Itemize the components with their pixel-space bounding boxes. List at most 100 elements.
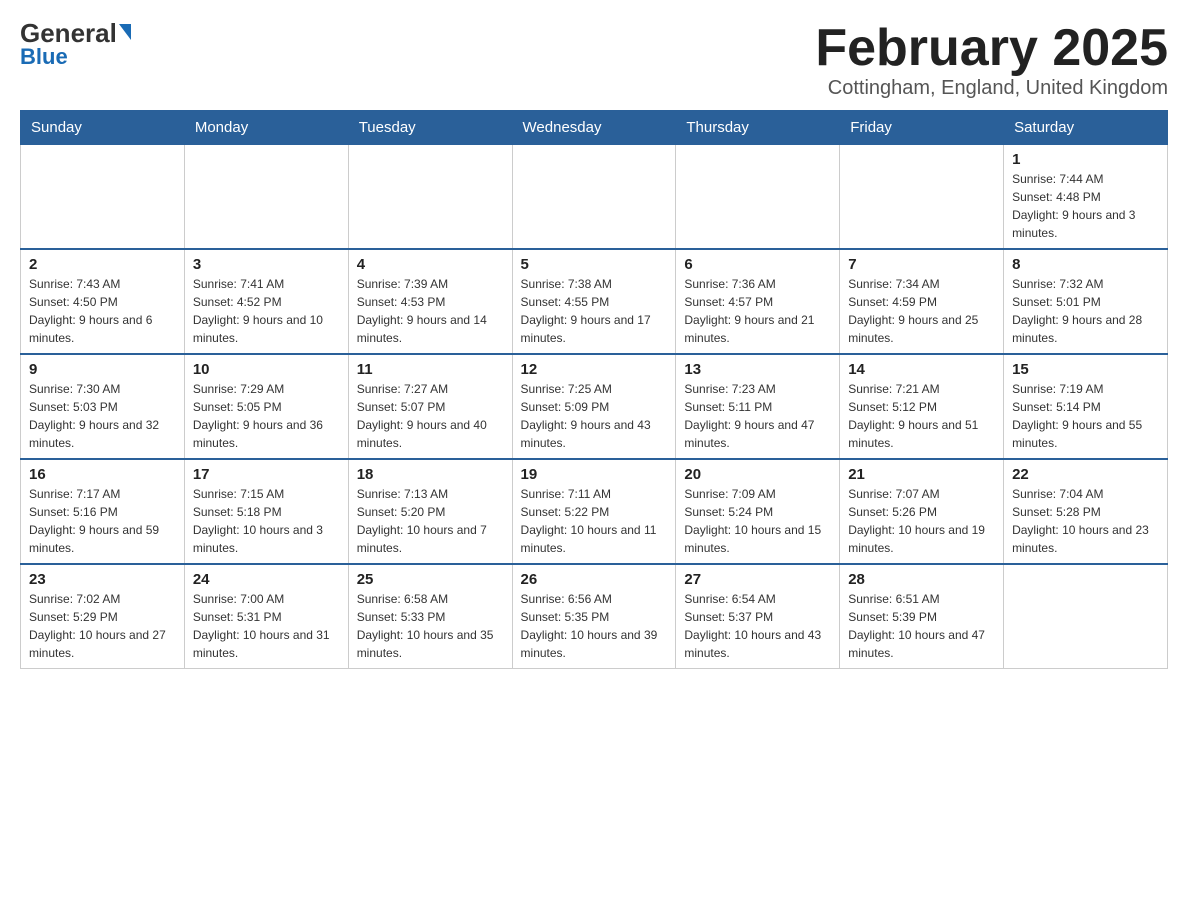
calendar-cell: 1 Sunrise: 7:44 AM Sunset: 4:48 PM Daylig… — [1004, 145, 1168, 250]
day-info: Sunrise: 7:17 AM Sunset: 5:16 PM Dayligh… — [29, 485, 176, 557]
calendar-cell: 26Sunrise: 6:56 AM Sunset: 5:35 PM Dayli… — [512, 564, 676, 669]
day-info: Sunrise: 7:36 AM Sunset: 4:57 PM Dayligh… — [684, 275, 831, 347]
calendar-cell: 2Sunrise: 7:43 AM Sunset: 4:50 PM Daylig… — [21, 249, 185, 354]
day-info: Sunrise: 7:44 AM Sunset: 4:48 PM Dayligh… — [1012, 170, 1159, 242]
day-number: 9 — [29, 361, 176, 378]
day-number: 5 — [521, 256, 668, 273]
calendar-cell — [676, 145, 840, 250]
day-number: 18 — [357, 466, 504, 483]
day-number: 1 — [1012, 151, 1159, 168]
calendar-week-row: 23 Sunrise: 7:02 AM Sunset: 5:29 PM Dayli… — [21, 564, 1168, 669]
calendar-cell: 22 Sunrise: 7:04 AM Sunset: 5:28 PM Dayli… — [1004, 459, 1168, 564]
calendar-cell: 17 Sunrise: 7:15 AM Sunset: 5:18 PM Dayli… — [184, 459, 348, 564]
day-number: 10 — [193, 361, 340, 378]
calendar-week-row: 16 Sunrise: 7:17 AM Sunset: 5:16 PM Dayli… — [21, 459, 1168, 564]
calendar-cell: 3 Sunrise: 7:41 AM Sunset: 4:52 PM Daylig… — [184, 249, 348, 354]
calendar-cell: 19Sunrise: 7:11 AM Sunset: 5:22 PM Dayli… — [512, 459, 676, 564]
calendar-cell — [840, 145, 1004, 250]
day-info: Sunrise: 7:32 AM Sunset: 5:01 PM Dayligh… — [1012, 275, 1159, 347]
calendar-cell: 23 Sunrise: 7:02 AM Sunset: 5:29 PM Dayli… — [21, 564, 185, 669]
day-info: Sunrise: 7:27 AM Sunset: 5:07 PM Dayligh… — [357, 380, 504, 452]
day-number: 11 — [357, 361, 504, 378]
day-info: Sunrise: 7:21 AM Sunset: 5:12 PM Dayligh… — [848, 380, 995, 452]
day-info: Sunrise: 7:07 AM Sunset: 5:26 PM Dayligh… — [848, 485, 995, 557]
day-info: Sunrise: 7:38 AM Sunset: 4:55 PM Dayligh… — [521, 275, 668, 347]
day-number: 23 — [29, 571, 176, 588]
day-number: 6 — [684, 256, 831, 273]
day-info: Sunrise: 7:02 AM Sunset: 5:29 PM Dayligh… — [29, 590, 176, 662]
location-text: Cottingham, England, United Kingdom — [815, 77, 1168, 100]
day-info: Sunrise: 7:39 AM Sunset: 4:53 PM Dayligh… — [357, 275, 504, 347]
calendar-cell: 16 Sunrise: 7:17 AM Sunset: 5:16 PM Dayli… — [21, 459, 185, 564]
column-header-monday: Monday — [184, 111, 348, 145]
calendar-cell — [512, 145, 676, 250]
calendar-week-row: 9 Sunrise: 7:30 AM Sunset: 5:03 PM Daylig… — [21, 354, 1168, 459]
calendar-cell: 6 Sunrise: 7:36 AM Sunset: 4:57 PM Daylig… — [676, 249, 840, 354]
day-info: Sunrise: 7:19 AM Sunset: 5:14 PM Dayligh… — [1012, 380, 1159, 452]
day-info: Sunrise: 7:30 AM Sunset: 5:03 PM Dayligh… — [29, 380, 176, 452]
day-info: Sunrise: 6:56 AM Sunset: 5:35 PM Dayligh… — [521, 590, 668, 662]
calendar-cell — [21, 145, 185, 250]
day-number: 21 — [848, 466, 995, 483]
day-info: Sunrise: 7:13 AM Sunset: 5:20 PM Dayligh… — [357, 485, 504, 557]
day-number: 17 — [193, 466, 340, 483]
day-info: Sunrise: 7:25 AM Sunset: 5:09 PM Dayligh… — [521, 380, 668, 452]
calendar-cell: 11 Sunrise: 7:27 AM Sunset: 5:07 PM Dayli… — [348, 354, 512, 459]
logo-triangle-icon — [119, 24, 131, 40]
day-number: 16 — [29, 466, 176, 483]
day-number: 13 — [684, 361, 831, 378]
day-number: 15 — [1012, 361, 1159, 378]
day-number: 12 — [521, 361, 668, 378]
day-info: Sunrise: 6:51 AM Sunset: 5:39 PM Dayligh… — [848, 590, 995, 662]
calendar-cell: 14 Sunrise: 7:21 AM Sunset: 5:12 PM Dayli… — [840, 354, 1004, 459]
column-header-tuesday: Tuesday — [348, 111, 512, 145]
day-number: 14 — [848, 361, 995, 378]
calendar-header-row: SundayMondayTuesdayWednesdayThursdayFrid… — [21, 111, 1168, 145]
day-number: 2 — [29, 256, 176, 273]
day-info: Sunrise: 7:23 AM Sunset: 5:11 PM Dayligh… — [684, 380, 831, 452]
day-info: Sunrise: 7:34 AM Sunset: 4:59 PM Dayligh… — [848, 275, 995, 347]
calendar-cell: 18 Sunrise: 7:13 AM Sunset: 5:20 PM Dayli… — [348, 459, 512, 564]
calendar-cell: 10 Sunrise: 7:29 AM Sunset: 5:05 PM Dayli… — [184, 354, 348, 459]
month-title: February 2025 — [815, 20, 1168, 77]
day-info: Sunrise: 7:09 AM Sunset: 5:24 PM Dayligh… — [684, 485, 831, 557]
day-number: 7 — [848, 256, 995, 273]
day-number: 28 — [848, 571, 995, 588]
day-number: 27 — [684, 571, 831, 588]
day-number: 24 — [193, 571, 340, 588]
calendar-table: SundayMondayTuesdayWednesdayThursdayFrid… — [20, 110, 1168, 669]
logo: General Blue — [20, 20, 131, 68]
day-info: Sunrise: 7:15 AM Sunset: 5:18 PM Dayligh… — [193, 485, 340, 557]
day-info: Sunrise: 7:04 AM Sunset: 5:28 PM Dayligh… — [1012, 485, 1159, 557]
day-number: 3 — [193, 256, 340, 273]
calendar-cell — [1004, 564, 1168, 669]
calendar-week-row: 1 Sunrise: 7:44 AM Sunset: 4:48 PM Daylig… — [21, 145, 1168, 250]
day-info: Sunrise: 6:58 AM Sunset: 5:33 PM Dayligh… — [357, 590, 504, 662]
calendar-cell: 4Sunrise: 7:39 AM Sunset: 4:53 PM Daylig… — [348, 249, 512, 354]
calendar-cell: 7 Sunrise: 7:34 AM Sunset: 4:59 PM Daylig… — [840, 249, 1004, 354]
calendar-cell: 13 Sunrise: 7:23 AM Sunset: 5:11 PM Dayli… — [676, 354, 840, 459]
day-info: Sunrise: 7:00 AM Sunset: 5:31 PM Dayligh… — [193, 590, 340, 662]
column-header-saturday: Saturday — [1004, 111, 1168, 145]
calendar-cell: 25 Sunrise: 6:58 AM Sunset: 5:33 PM Dayli… — [348, 564, 512, 669]
calendar-cell: 27 Sunrise: 6:54 AM Sunset: 5:37 PM Dayli… — [676, 564, 840, 669]
title-area: February 2025 Cottingham, England, Unite… — [815, 20, 1168, 100]
column-header-friday: Friday — [840, 111, 1004, 145]
column-header-wednesday: Wednesday — [512, 111, 676, 145]
calendar-cell: 21 Sunrise: 7:07 AM Sunset: 5:26 PM Dayli… — [840, 459, 1004, 564]
calendar-cell: 8 Sunrise: 7:32 AM Sunset: 5:01 PM Daylig… — [1004, 249, 1168, 354]
logo-blue-text: Blue — [20, 46, 68, 68]
day-number: 25 — [357, 571, 504, 588]
calendar-cell: 15 Sunrise: 7:19 AM Sunset: 5:14 PM Dayli… — [1004, 354, 1168, 459]
calendar-cell: 24 Sunrise: 7:00 AM Sunset: 5:31 PM Dayli… — [184, 564, 348, 669]
day-info: Sunrise: 7:41 AM Sunset: 4:52 PM Dayligh… — [193, 275, 340, 347]
day-number: 8 — [1012, 256, 1159, 273]
page-header: General Blue February 2025 Cottingham, E… — [20, 20, 1168, 100]
day-number: 22 — [1012, 466, 1159, 483]
day-info: Sunrise: 7:29 AM Sunset: 5:05 PM Dayligh… — [193, 380, 340, 452]
calendar-cell: 9 Sunrise: 7:30 AM Sunset: 5:03 PM Daylig… — [21, 354, 185, 459]
day-info: Sunrise: 6:54 AM Sunset: 5:37 PM Dayligh… — [684, 590, 831, 662]
calendar-cell: 20Sunrise: 7:09 AM Sunset: 5:24 PM Dayli… — [676, 459, 840, 564]
calendar-week-row: 2Sunrise: 7:43 AM Sunset: 4:50 PM Daylig… — [21, 249, 1168, 354]
calendar-cell — [348, 145, 512, 250]
